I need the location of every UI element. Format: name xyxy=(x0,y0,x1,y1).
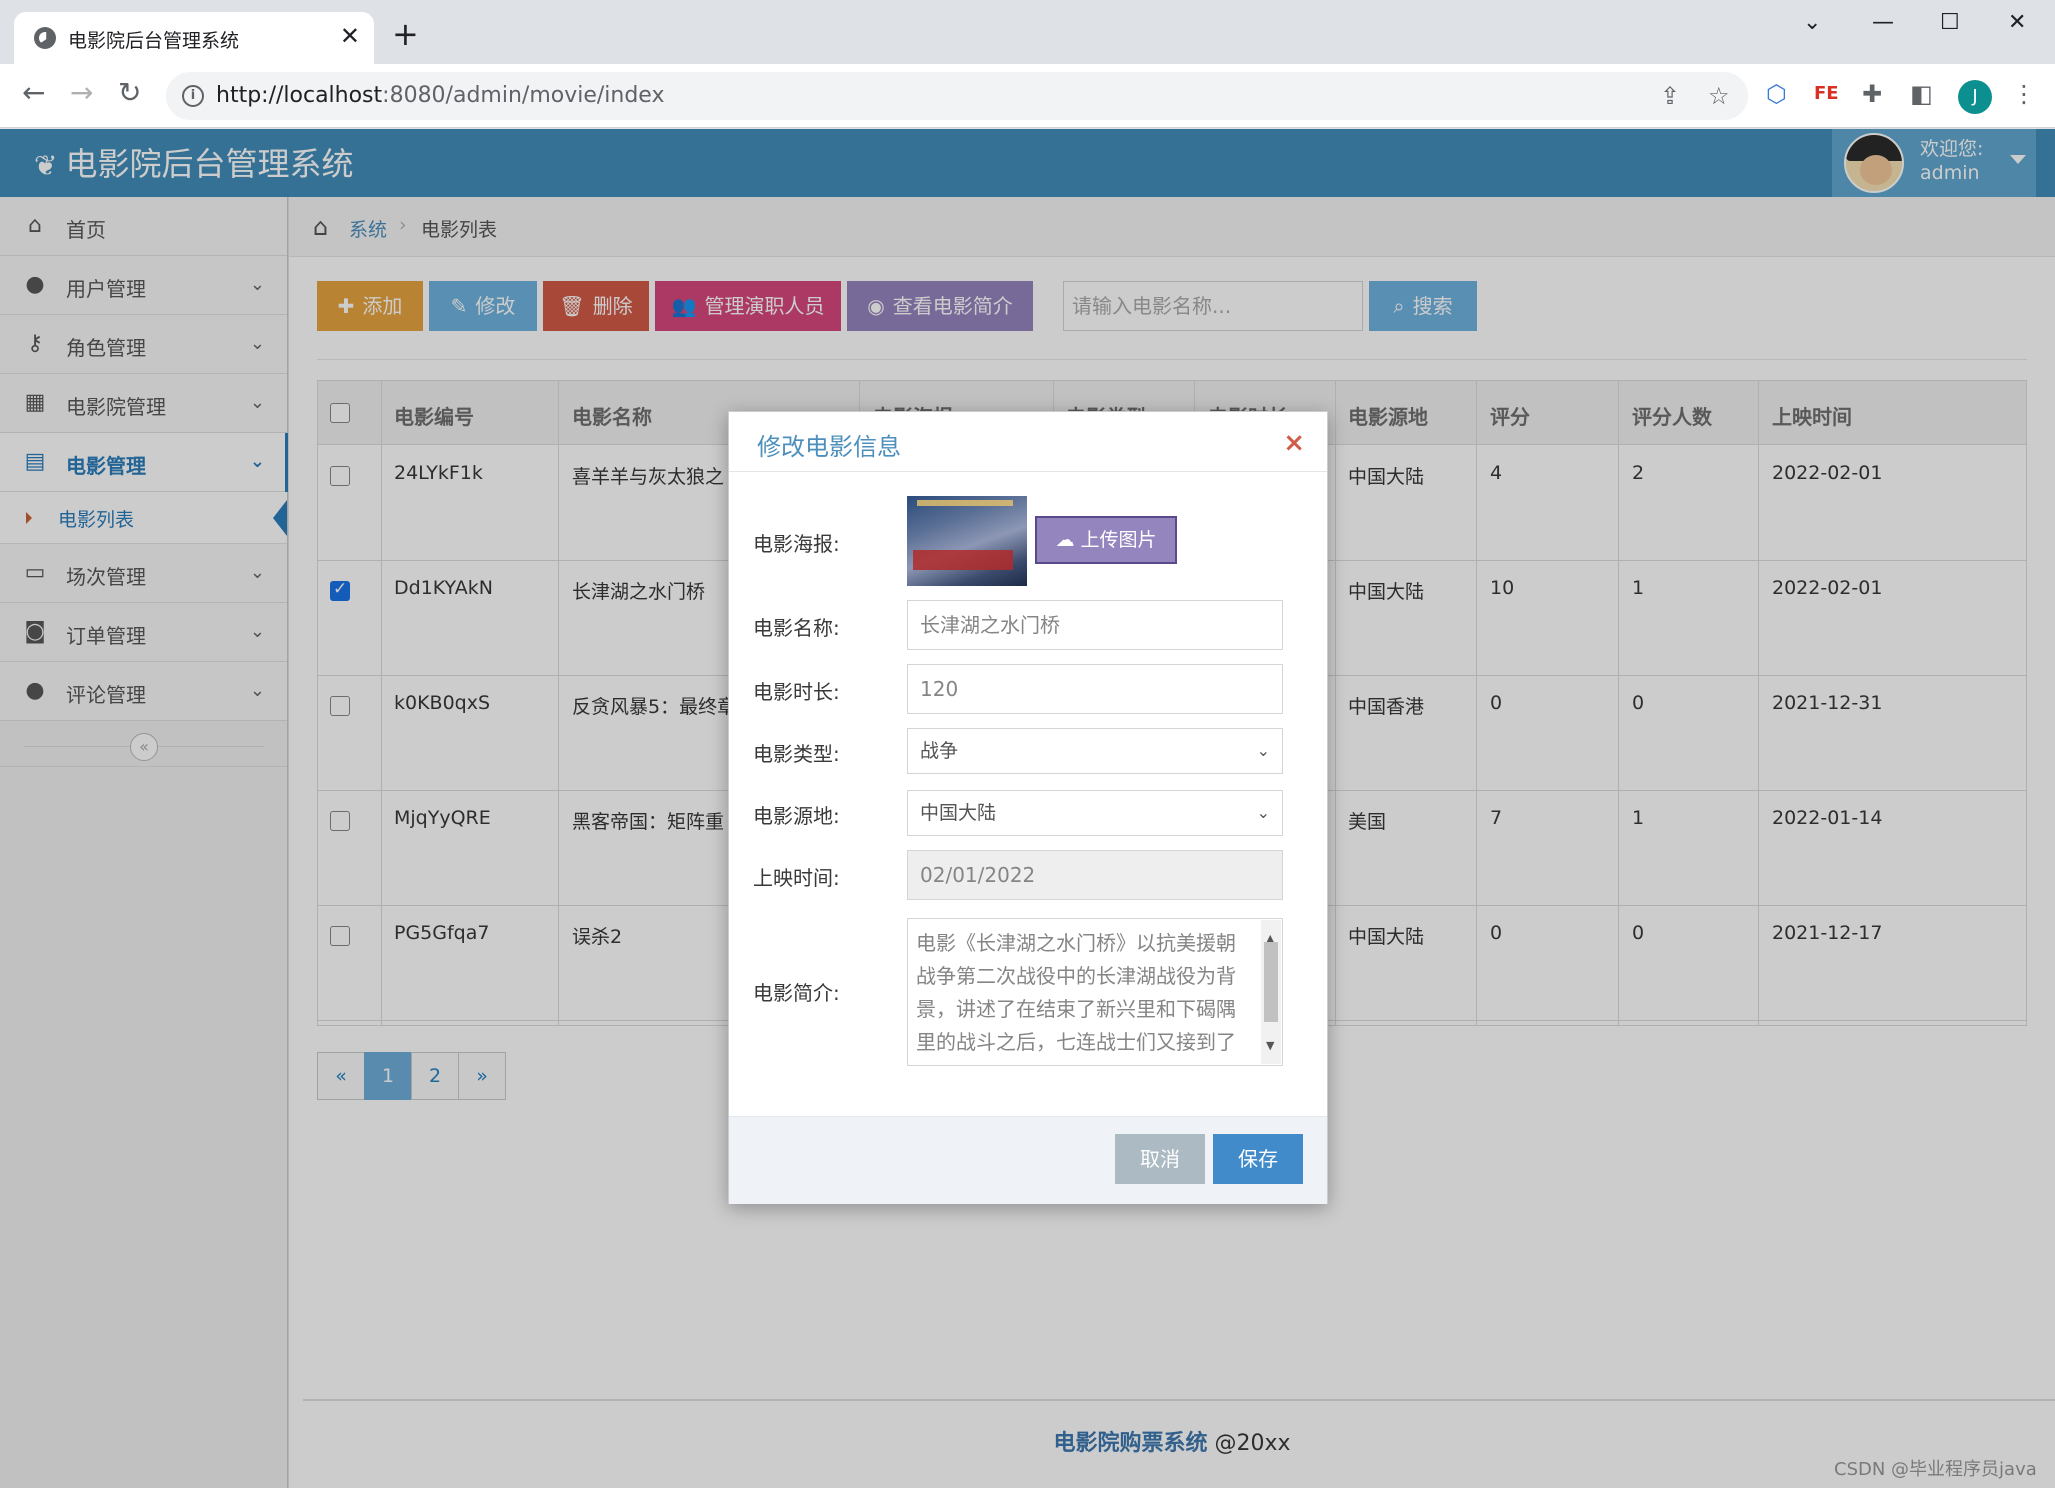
share-icon[interactable]: ⇪ xyxy=(1660,82,1680,110)
url-bar[interactable]: i http://localhost:8080/admin/movie/inde… xyxy=(166,72,1748,120)
edit-movie-modal: 修改电影信息 × 电影海报: ☁ 上传图片 电影名称: 长津湖之水门桥 电影时长… xyxy=(728,411,1328,1204)
chevron-down-icon: ⌄ xyxy=(1256,803,1270,822)
forward-icon[interactable]: → xyxy=(70,79,93,107)
reload-icon[interactable]: ↻ xyxy=(118,79,141,107)
cancel-button[interactable]: 取消 xyxy=(1115,1134,1205,1184)
poster-label: 电影海报: xyxy=(753,532,840,556)
close-icon[interactable]: × xyxy=(1283,428,1305,458)
bookmark-star-icon[interactable]: ☆ xyxy=(1708,82,1730,110)
globe-icon xyxy=(34,27,56,49)
origin-label: 电影源地: xyxy=(753,804,840,828)
tab-title: 电影院后台管理系统 xyxy=(68,30,240,52)
fe-extension-icon[interactable]: FE xyxy=(1814,85,1839,103)
tab-search-icon[interactable]: ⌄ xyxy=(1803,10,1821,35)
upload-image-button[interactable]: ☁ 上传图片 xyxy=(1035,516,1177,564)
release-date-label: 上映时间: xyxy=(753,866,840,890)
url-text: http://localhost:8080/admin/movie/index xyxy=(216,83,665,108)
scrollbar[interactable]: ▲ ▼ xyxy=(1261,920,1281,1064)
back-icon[interactable]: ← xyxy=(22,79,45,107)
type-label: 电影类型: xyxy=(753,742,840,766)
puzzle-icon[interactable]: ✚ xyxy=(1862,82,1882,106)
intro-label: 电影简介: xyxy=(753,981,840,1005)
movie-poster-image xyxy=(907,496,1027,586)
movie-origin-select[interactable]: 中国大陆 ⌄ xyxy=(907,790,1283,836)
movie-intro-textarea[interactable]: 电影《长津湖之水门桥》以抗美援朝战争第二次战役中的长津湖战役为背景，讲述了在结束… xyxy=(907,918,1283,1066)
extension-shield-icon[interactable]: ⬡ xyxy=(1766,82,1787,106)
menu-kebab-icon[interactable]: ⋮ xyxy=(2012,82,2036,106)
tab-close-icon[interactable]: ✕ xyxy=(340,22,360,50)
window-close-icon[interactable]: ✕ xyxy=(2008,10,2026,35)
cloud-upload-icon: ☁ xyxy=(1055,529,1075,551)
duration-label: 电影时长: xyxy=(753,680,840,704)
movie-type-select[interactable]: 战争 ⌄ xyxy=(907,728,1283,774)
movie-duration-input[interactable]: 120 xyxy=(907,664,1283,714)
modal-title: 修改电影信息 xyxy=(757,433,901,461)
browser-tab-bar: 电影院后台管理系统 ✕ + ⌄ — ☐ ✕ xyxy=(0,0,2055,64)
profile-avatar[interactable]: J xyxy=(1958,80,1992,114)
chevron-down-icon: ⌄ xyxy=(1256,741,1270,760)
minimize-icon[interactable]: — xyxy=(1872,10,1894,35)
modal-footer: 取消 保存 xyxy=(729,1116,1327,1204)
release-date-input[interactable]: 02/01/2022 xyxy=(907,850,1283,900)
side-panel-icon[interactable]: ◧ xyxy=(1910,82,1933,106)
address-toolbar: ← → ↻ i http://localhost:8080/admin/movi… xyxy=(0,64,2055,128)
maximize-icon[interactable]: ☐ xyxy=(1940,10,1960,35)
save-button[interactable]: 保存 xyxy=(1213,1134,1303,1184)
browser-tab[interactable]: 电影院后台管理系统 ✕ xyxy=(14,12,374,64)
site-info-icon[interactable]: i xyxy=(182,85,204,107)
movie-name-input[interactable]: 长津湖之水门桥 xyxy=(907,600,1283,650)
modal-header: 修改电影信息 × xyxy=(729,412,1327,472)
name-label: 电影名称: xyxy=(753,616,840,640)
new-tab-button[interactable]: + xyxy=(392,18,419,50)
